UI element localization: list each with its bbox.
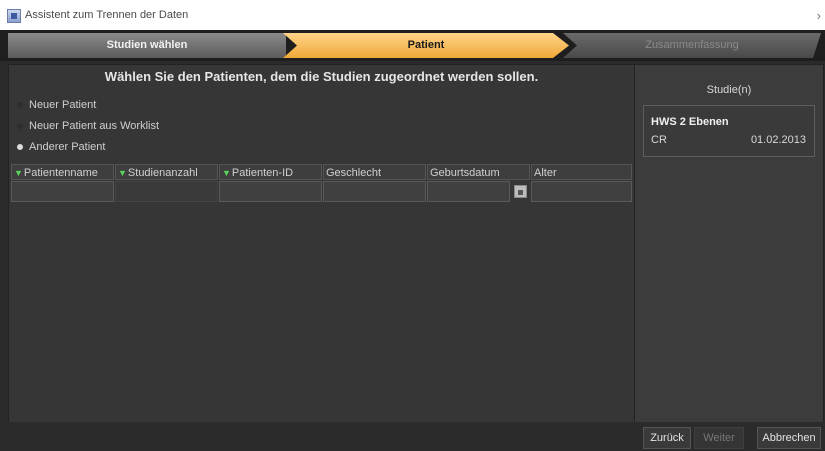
chevron-right-icon[interactable]: ›	[817, 8, 821, 23]
window-title: Assistent zum Trennen der Daten	[25, 9, 189, 21]
radio-indicator[interactable]	[17, 102, 23, 108]
filter-icon: ▼	[118, 168, 127, 178]
study-date: 01.02.2013	[750, 134, 806, 146]
radio-indicator[interactable]	[17, 123, 23, 129]
column-header-patienten-id[interactable]: ▼Patienten-ID	[219, 164, 322, 180]
window-titlebar: Assistent zum Trennen der Daten ›	[0, 0, 825, 30]
wizard-steps: Studien wählen Patient Zusammenfassung	[0, 30, 825, 61]
study-card: HWS 2 Ebenen CR 01.02.2013	[643, 105, 815, 157]
study-name: HWS 2 Ebenen	[651, 116, 729, 128]
back-button[interactable]: Zurück	[643, 427, 691, 449]
patient-panel: Wählen Sie den Patienten, dem die Studie…	[8, 64, 635, 423]
filter-icon: ▼	[222, 168, 231, 178]
radio-anderer-patient[interactable]: Anderer Patient	[17, 139, 105, 155]
cancel-button[interactable]: Abbrechen	[757, 427, 821, 449]
radio-neuer-patient[interactable]: Neuer Patient	[17, 97, 96, 113]
column-header-geburtsdatum[interactable]: Geburtsdatum	[427, 164, 530, 180]
page-title: Wählen Sie den Patienten, dem die Studie…	[104, 69, 539, 84]
radio-label: Anderer Patient	[29, 141, 106, 153]
filter-alter-input[interactable]	[531, 181, 632, 202]
radio-label: Neuer Patient aus Worklist	[29, 120, 160, 132]
app-icon	[7, 9, 21, 23]
filter-geburtsdatum-input[interactable]	[427, 181, 510, 202]
radio-indicator[interactable]	[17, 144, 23, 150]
filter-icon: ▼	[14, 168, 23, 178]
radio-label: Neuer Patient	[29, 99, 97, 111]
step-zusammenfassung: Zusammenfassung	[563, 33, 821, 58]
filter-geschlecht-input[interactable]	[323, 181, 426, 202]
step-patient: Patient	[283, 33, 569, 58]
study-modality: CR	[651, 134, 667, 146]
column-header-studienanzahl[interactable]: ▼Studienanzahl	[115, 164, 218, 180]
column-header-geschlecht[interactable]: Geschlecht	[323, 164, 426, 180]
step-studien-waehlen: Studien wählen	[8, 33, 286, 58]
studies-title: Studie(n)	[706, 84, 752, 96]
calendar-icon[interactable]	[514, 185, 527, 198]
filter-patientenname-input[interactable]	[11, 181, 114, 202]
filter-studienanzahl-input	[115, 181, 218, 202]
column-header-patientenname[interactable]: ▼Patientenname	[11, 164, 114, 180]
column-header-alter[interactable]: Alter	[531, 164, 632, 180]
filter-patienten-id-input[interactable]	[219, 181, 322, 202]
next-button[interactable]: Weiter	[694, 427, 744, 449]
radio-neuer-patient-worklist[interactable]: Neuer Patient aus Worklist	[17, 118, 159, 134]
studies-sidebar: Studie(n) HWS 2 Ebenen CR 01.02.2013	[634, 64, 824, 423]
footer-bar: Zurück Weiter Abbrechen	[0, 422, 825, 451]
